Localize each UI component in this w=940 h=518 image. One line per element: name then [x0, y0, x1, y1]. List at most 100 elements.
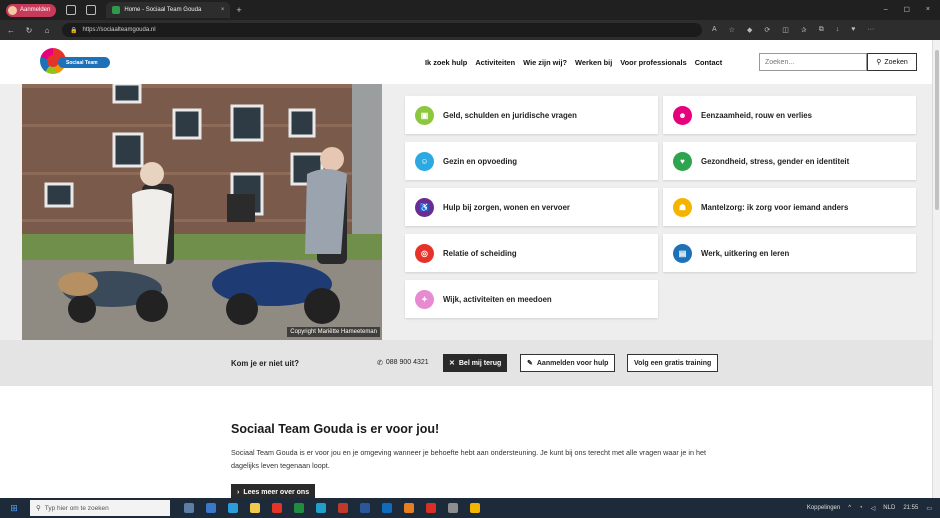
heart-face-icon: ☻	[673, 105, 692, 125]
read-aloud-icon[interactable]: A	[712, 26, 717, 34]
wheelchair-icon: ♿	[415, 197, 434, 217]
site-logo[interactable]: Sociaal Team	[34, 48, 114, 80]
family-icon: ☺	[415, 151, 434, 171]
taskbar-apps	[184, 503, 480, 513]
split-screen-icon[interactable]: ◫	[782, 26, 789, 34]
caregiver-icon: ☗	[673, 197, 692, 217]
collections-icon[interactable]: ⧉	[819, 26, 824, 34]
store-icon[interactable]	[206, 503, 216, 513]
category-label: Gezin en opvoeding	[443, 156, 518, 166]
lock-icon: 🔒	[70, 27, 78, 34]
extension-icons: A ☆ ◆ ⟳ ◫ ✰ ⧉ ↓ ♥ ···	[712, 26, 874, 34]
file-explorer-icon[interactable]	[250, 503, 260, 513]
category-geld-schulden[interactable]: ▣ Geld, schulden en juridische vragen	[405, 96, 658, 134]
nav-item-contact[interactable]: Contact	[695, 58, 723, 67]
calculator-icon[interactable]	[228, 503, 238, 513]
profile-button[interactable]: Aanmelden	[6, 3, 57, 17]
read-more-button[interactable]: › Lees meer over ons	[231, 484, 316, 498]
acrobat-icon[interactable]	[426, 503, 436, 513]
clock[interactable]: 21:55	[903, 505, 918, 511]
category-werk[interactable]: ▤ Werk, uitkering en leren	[663, 234, 916, 272]
favicon-icon	[112, 6, 121, 14]
refresh-page-icon[interactable]: ⟳	[764, 26, 770, 34]
training-button-label: Volg een gratis training	[634, 359, 712, 367]
help-question: Kom je er niet uit?	[231, 359, 300, 368]
category-hulp-zorgen[interactable]: ♿ Hulp bij zorgen, wonen en vervoer	[405, 188, 658, 226]
site-header: Sociaal Team Ik zoek hulp Activiteiten W…	[0, 40, 932, 84]
category-label: Eenzaamheid, rouw en verlies	[701, 110, 812, 120]
category-label: Relatie of scheiding	[443, 248, 517, 258]
logo-text: Sociaal Team	[58, 57, 110, 68]
tab-close-icon[interactable]: ×	[221, 7, 225, 13]
excel-icon[interactable]	[294, 503, 304, 513]
nav-item-wie-zijn-wij[interactable]: Wie zijn wij?	[523, 58, 567, 67]
system-tray: Koppelingen ^ ◔ ◁ NLD 21:55 ▭	[807, 505, 932, 512]
outlook-icon[interactable]	[382, 503, 392, 513]
maximize-button[interactable]: ☐	[904, 6, 910, 14]
windows-start-icon[interactable]: ⊞	[4, 503, 24, 514]
url-text: https://sociaalteamgouda.nl	[82, 27, 156, 33]
tab-actions-icon[interactable]	[86, 5, 97, 15]
network-icon[interactable]: ◔	[859, 505, 863, 511]
nav-item-ik-zoek-hulp[interactable]: Ik zoek hulp	[425, 58, 467, 67]
word-icon[interactable]	[360, 503, 370, 513]
tab-home[interactable]: Home - Sociaal Team Gouda ×	[106, 2, 231, 18]
callback-button[interactable]: ✕ Bel mij terug	[443, 354, 508, 372]
hero-section: Copyright Mariëtte Hameeteman ▣ Geld, sc…	[0, 84, 932, 340]
nav-item-werken-bij[interactable]: Werken bij	[575, 58, 612, 67]
volume-icon[interactable]: ◁	[871, 505, 876, 512]
favorites-icon[interactable]: ✰	[801, 26, 807, 34]
extension-icon[interactable]: ◆	[747, 26, 752, 34]
heart-pulse-icon: ♥	[673, 151, 692, 171]
category-label: Wijk, activiteiten en meedoen	[443, 294, 552, 304]
category-mantelzorg[interactable]: ☗ Mantelzorg: ik zorg voor iemand anders	[663, 188, 916, 226]
register-button[interactable]: ✎ Aanmelden voor hulp	[520, 354, 616, 372]
category-gezondheid[interactable]: ♥ Gezondheid, stress, gender en identite…	[663, 142, 916, 180]
avatar	[8, 5, 17, 15]
task-view-icon[interactable]	[184, 503, 194, 513]
app-icon[interactable]	[448, 503, 458, 513]
minimize-button[interactable]: –	[884, 6, 888, 14]
running-icon: ✦	[415, 289, 434, 309]
search-button[interactable]: ⚲ Zoeken	[867, 53, 917, 71]
nav-item-voor-professionals[interactable]: Voor professionals	[620, 58, 686, 67]
app-icon[interactable]	[470, 503, 480, 513]
workspaces-icon[interactable]	[66, 5, 77, 15]
more-menu-icon[interactable]: ···	[867, 26, 874, 34]
home-icon[interactable]: ⌂	[40, 26, 54, 35]
links-label[interactable]: Koppelingen	[807, 505, 840, 511]
main-nav: Ik zoek hulp Activiteiten Wie zijn wij? …	[425, 58, 722, 67]
rings-icon: ◎	[415, 243, 434, 263]
powerpoint-icon[interactable]	[338, 503, 348, 513]
category-gezin-opvoeding[interactable]: ☺ Gezin en opvoeding	[405, 142, 658, 180]
nav-item-activiteiten[interactable]: Activiteiten	[475, 58, 515, 67]
chevron-up-icon[interactable]: ^	[848, 505, 851, 511]
search-input[interactable]	[759, 53, 867, 71]
intro-section: Sociaal Team Gouda is er voor jou! Socia…	[0, 386, 932, 498]
category-relatie[interactable]: ◎ Relatie of scheiding	[405, 234, 658, 272]
close-window-button[interactable]: ×	[926, 6, 930, 14]
back-icon[interactable]: ←	[4, 26, 18, 35]
app-icon[interactable]	[404, 503, 414, 513]
downloads-icon[interactable]: ↓	[836, 26, 840, 34]
training-button[interactable]: Volg een gratis training	[627, 354, 719, 372]
performance-icon[interactable]: ♥	[851, 26, 855, 34]
intro-title: Sociaal Team Gouda is er voor jou!	[231, 422, 440, 436]
address-bar[interactable]: 🔒 https://sociaalteamgouda.nl	[62, 23, 702, 37]
wallet-icon: ▣	[415, 105, 434, 125]
tab-title: Home - Sociaal Team Gouda	[124, 7, 202, 13]
edge-icon[interactable]	[316, 503, 326, 513]
search-button-label: Zoeken	[884, 58, 908, 66]
phone-link[interactable]: ✆ 088 900 4321	[377, 359, 429, 367]
page-scrollbar[interactable]	[932, 40, 940, 498]
notifications-icon[interactable]: ▭	[926, 505, 932, 512]
new-tab-button[interactable]: +	[236, 5, 241, 15]
language-indicator[interactable]: NLD	[883, 505, 895, 511]
scrollbar-thumb[interactable]	[935, 50, 939, 210]
category-wijk[interactable]: ✦ Wijk, activiteiten en meedoen	[405, 280, 658, 318]
favorite-star-icon[interactable]: ☆	[729, 26, 735, 34]
app-icon[interactable]	[272, 503, 282, 513]
taskbar-search[interactable]: ⚲ Typ hier om te zoeken	[30, 500, 170, 516]
refresh-icon[interactable]: ↻	[22, 26, 36, 35]
category-eenzaamheid[interactable]: ☻ Eenzaamheid, rouw en verlies	[663, 96, 916, 134]
